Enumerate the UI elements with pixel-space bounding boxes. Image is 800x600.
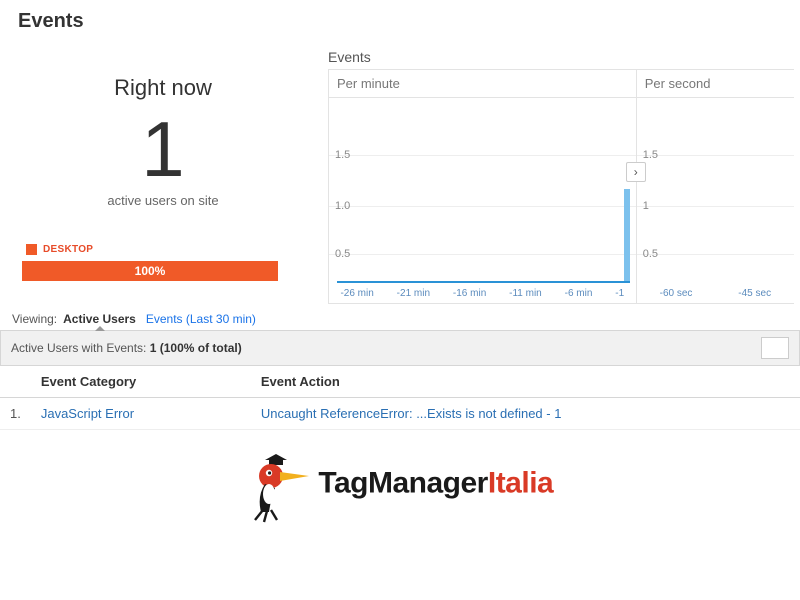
cell-idx: 1. [0,398,31,430]
summary-pct: (100% of total) [156,341,241,355]
th-category[interactable]: Event Category [31,366,251,398]
device-swatch [26,244,37,255]
xtick: -11 min [509,288,542,299]
right-now-subtitle: active users on site [18,193,308,208]
device-bar: 100% [22,261,278,281]
xtick: -26 min [340,288,373,299]
right-now-panel: Right now 1 active users on site DESKTOP… [18,39,308,304]
xtick: -6 min [565,288,593,299]
ytick: 0.5 [335,248,350,260]
chart-baseline [337,281,630,283]
ytick: 1.0 [335,200,350,212]
cell-action[interactable]: Uncaught ReferenceError: ...Exists is no… [251,398,800,430]
ytick: 1.5 [335,149,350,161]
right-now-value: 1 [18,109,308,191]
logo-text: TagManagerItalia [318,466,553,499]
ytick: 1.5 [643,149,658,161]
device-legend: DESKTOP [22,244,304,255]
ytick: 0.5 [643,248,658,260]
th-action[interactable]: Event Action [251,366,800,398]
device-label: DESKTOP [43,244,93,255]
cell-category[interactable]: JavaScript Error [31,398,251,430]
chart-bar-last [624,189,630,281]
summary-text: Active Users with Events: 1 (100% of tot… [11,341,242,355]
tabs-label: Viewing: [12,312,57,326]
woodpecker-icon [247,454,311,524]
right-now-title: Right now [18,75,308,101]
charts-wrap: Per minute 1.5 1.0 0.5 -26 min -21 min -… [328,69,794,304]
tab-events-last-30[interactable]: Events (Last 30 min) [146,312,256,326]
table-row[interactable]: 1. JavaScript Error Uncaught ReferenceEr… [0,398,800,430]
xtick: -21 min [397,288,430,299]
summary-prefix: Active Users with Events: [11,341,150,355]
tab-active-users[interactable]: Active Users [63,312,136,326]
chart-per-minute-body: 1.5 1.0 0.5 -26 min -21 min -16 min -11 … [329,100,636,303]
x-ticks: -26 min -21 min -16 min -11 min -6 min -… [329,288,636,299]
ytick: 1 [643,200,649,212]
events-table: Event Category Event Action 1. JavaScrip… [0,366,800,430]
tabs-bar: Viewing: Active Users Events (Last 30 mi… [0,304,800,331]
brand-logo: TagManagerItalia [0,430,800,534]
chart-per-minute-label: Per minute [329,70,636,98]
logo-tagmanager: TagManager [318,466,487,499]
chart-per-minute: Per minute 1.5 1.0 0.5 -26 min -21 min -… [329,70,637,303]
x-ticks: -60 sec -45 sec [637,288,794,299]
chart-per-second-label: Per second [637,70,794,98]
chart-per-second: Per second 1.5 1 0.5 -60 sec -45 sec [637,70,794,303]
search-input[interactable] [761,337,789,359]
chevron-right-icon[interactable]: › [626,162,646,182]
xtick: -60 sec [660,288,693,299]
device-breakdown: DESKTOP 100% [18,244,308,281]
th-idx [0,366,31,398]
charts-title: Events [328,49,794,69]
page-title: Events [0,0,800,39]
chart-per-second-body: 1.5 1 0.5 -60 sec -45 sec [637,100,794,303]
xtick: -16 min [453,288,486,299]
xtick: -1 [615,288,624,299]
top-section: Right now 1 active users on site DESKTOP… [0,39,800,304]
summary-bar: Active Users with Events: 1 (100% of tot… [0,331,800,366]
xtick: -45 sec [738,288,771,299]
logo-italia: Italia [488,466,553,499]
charts-panel: Events Per minute 1.5 1.0 0.5 -26 min -2… [308,39,794,304]
